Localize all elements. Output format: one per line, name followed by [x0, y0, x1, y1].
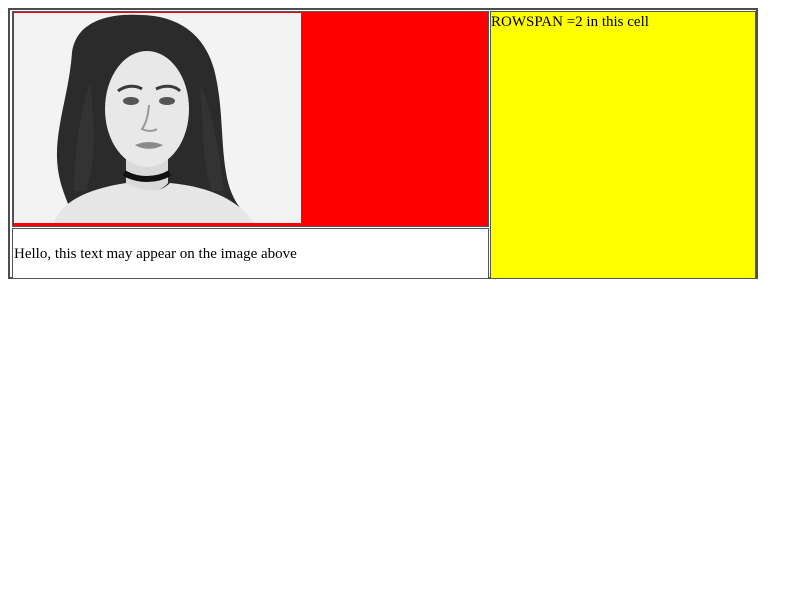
portrait-photo: [14, 13, 301, 223]
caption-cell: Hello, this text may appear on the image…: [12, 228, 489, 279]
rowspan-cell: ROWSPAN =2 in this cell: [490, 11, 756, 279]
layout-table: Hello, this text may appear on the image…: [8, 8, 758, 279]
rowspan-cell-text: ROWSPAN =2 in this cell: [491, 14, 649, 30]
image-cell: [12, 11, 489, 227]
caption-text: Hello, this text may appear on the image…: [14, 246, 297, 262]
